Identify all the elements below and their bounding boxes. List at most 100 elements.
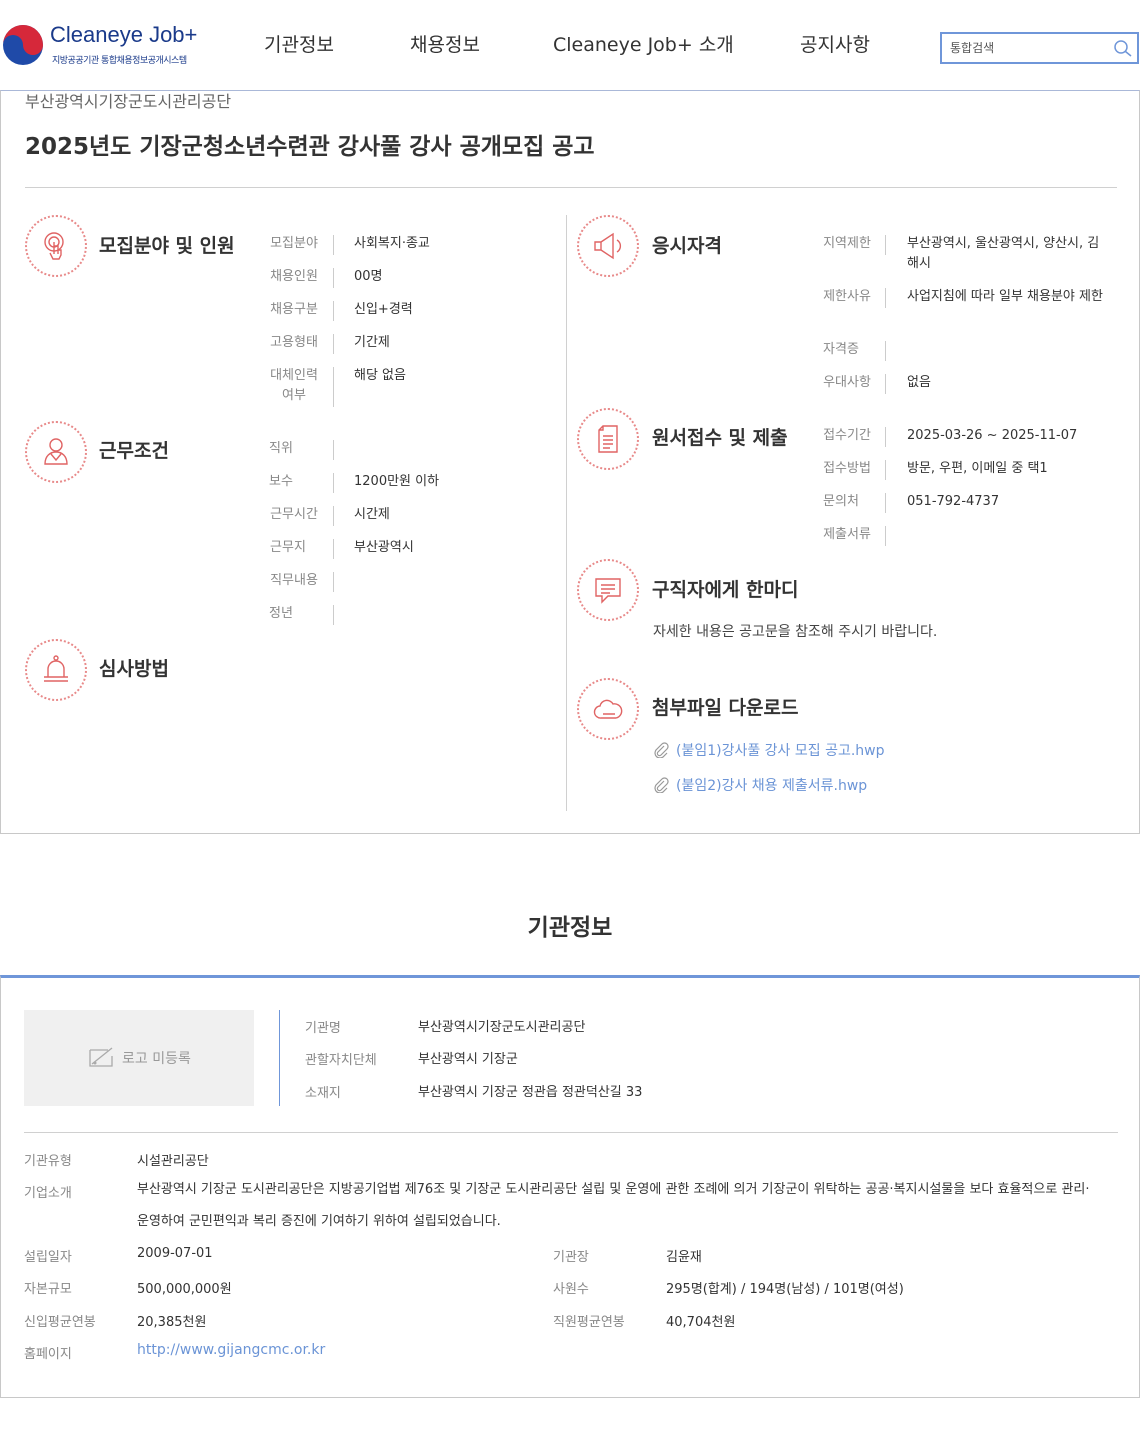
value-ceo: 김윤재 <box>666 1250 702 1265</box>
value-employment-type: 기간제 <box>354 335 390 350</box>
value-avg-salary: 40,704천원 <box>666 1315 736 1330</box>
column-divider <box>566 215 567 811</box>
label-staff: 사원수 <box>553 1282 589 1297</box>
value-capital: 500,000,000원 <box>137 1282 232 1297</box>
section-heading-qualification: 응시자격 <box>652 235 722 257</box>
label-contact: 문의처 <box>823 494 859 509</box>
label-capital: 자본규모 <box>24 1282 72 1297</box>
label-application-period: 접수기간 <box>823 428 871 443</box>
paperclip-icon <box>654 777 669 793</box>
image-missing-icon <box>89 1047 113 1067</box>
label-org-intro: 기업소개 <box>24 1186 72 1201</box>
label-address: 소재지 <box>305 1086 341 1101</box>
label-salary: 보수 <box>269 474 293 489</box>
label-work-hours: 근무시간 <box>270 507 318 522</box>
kv-separator <box>885 526 886 546</box>
homepage-link[interactable]: http://www.gijangcmc.or.kr <box>137 1342 325 1358</box>
label-region-limit: 지역제한 <box>823 236 871 251</box>
nav-org-info[interactable]: 기관정보 <box>264 30 334 57</box>
value-salary: 1200만원 이하 <box>354 474 440 489</box>
nav-job-info[interactable]: 채용정보 <box>410 30 480 57</box>
value-preference: 없음 <box>907 375 931 390</box>
value-headcount: 00명 <box>354 269 383 284</box>
value-substitute: 해당 없음 <box>354 368 406 383</box>
kv-separator <box>333 301 334 321</box>
site-header: Cleaneye Job+ 지방공공기관 통합채용정보공개시스템 기관정보 채용… <box>0 0 1140 90</box>
label-position: 직위 <box>269 441 293 456</box>
kv-separator <box>333 539 334 559</box>
kv-separator <box>333 605 334 625</box>
search-input[interactable] <box>942 34 1102 62</box>
paperclip-icon <box>654 742 669 758</box>
bell-icon <box>25 639 87 701</box>
kv-separator <box>333 235 334 255</box>
nav-notice[interactable]: 공지사항 <box>800 30 870 57</box>
kv-separator <box>333 268 334 288</box>
label-org-name: 기관명 <box>305 1021 341 1036</box>
label-avg-salary: 직원평균연봉 <box>553 1315 625 1330</box>
value-work-place: 부산광역시 <box>354 540 414 555</box>
value-region-limit: 부산광역시, 울산광역시, 양산시, 김해시 <box>907 236 1100 271</box>
value-new-salary: 20,385천원 <box>137 1315 207 1330</box>
value-address: 부산광역시 기장군 정관읍 정관덕산길 33 <box>418 1085 643 1100</box>
org-divider-vertical <box>279 1010 280 1106</box>
label-org-type: 기관유형 <box>24 1154 72 1169</box>
kv-separator <box>885 460 886 480</box>
kv-separator <box>333 367 334 407</box>
value-staff: 295명(합계) / 194명(남성) / 101명(여성) <box>666 1282 904 1297</box>
label-recruit-field: 모집분야 <box>270 236 318 251</box>
org-divider <box>24 1132 1118 1133</box>
attachment-link-2[interactable]: (붙임2)강사 채용 제출서류.hwp <box>676 775 867 795</box>
logo-subtitle: 지방공공기관 통합채용정보공개시스템 <box>52 56 187 66</box>
org-info-panel: 로고 미등록 기관명 부산광역시기장군도시관리공단 관할자치단체 부산광역시 기… <box>0 975 1140 1398</box>
job-detail-panel: 부산광역시기장군도시관리공단 2025년도 기장군청소년수련관 강사풀 강사 공… <box>0 90 1140 834</box>
label-new-salary: 신입평균연봉 <box>24 1315 96 1330</box>
megaphone-icon <box>577 215 639 277</box>
job-title: 2025년도 기장군청소년수련관 강사풀 강사 공개모집 공고 <box>25 134 595 160</box>
taegeuk-logo-icon <box>3 25 43 65</box>
kv-separator <box>885 493 886 513</box>
label-certificate: 자격증 <box>823 342 859 357</box>
value-contact: 051-792-4737 <box>907 494 1000 509</box>
section-heading-message: 구직자에게 한마디 <box>652 579 799 601</box>
value-org-intro: 부산광역시 기장군 도시관리공단은 지방공기업법 제76조 및 기장군 도시관리… <box>137 1182 1090 1229</box>
org-logo-placeholder: 로고 미등록 <box>24 1010 254 1106</box>
label-employment-type: 고용형태 <box>270 335 318 350</box>
chat-icon <box>577 559 639 621</box>
kv-separator <box>885 235 886 255</box>
section-heading-work: 근무조건 <box>99 440 169 462</box>
title-divider <box>25 187 1117 188</box>
value-org-type: 시설관리공단 <box>137 1154 209 1169</box>
kv-separator <box>333 440 334 460</box>
nav-about[interactable]: Cleaneye Job+ 소개 <box>553 30 734 57</box>
org-section-heading: 기관정보 <box>527 915 613 941</box>
kv-separator <box>885 427 886 447</box>
touch-icon <box>25 215 87 277</box>
label-work-place: 근무지 <box>270 540 306 555</box>
value-jurisdiction: 부산광역시 기장군 <box>418 1052 518 1067</box>
value-recruit-field: 사회복지·종교 <box>354 236 430 251</box>
label-retirement-age: 정년 <box>269 606 293 621</box>
value-org-name: 부산광역시기장군도시관리공단 <box>418 1020 586 1035</box>
search-icon[interactable] <box>1113 39 1133 59</box>
kv-separator <box>885 374 886 394</box>
message-text: 자세한 내용은 공고문을 참조해 주시기 바랍니다. <box>653 624 938 640</box>
document-icon <box>577 408 639 470</box>
site-logo[interactable]: Cleaneye Job+ 지방공공기관 통합채용정보공개시스템 <box>2 22 212 68</box>
value-founded: 2009-07-01 <box>137 1246 213 1261</box>
section-heading-review: 심사방법 <box>99 658 169 680</box>
value-hire-type: 신입+경력 <box>354 302 413 317</box>
label-headcount: 채용인원 <box>270 269 318 284</box>
label-duties: 직무내용 <box>270 573 318 588</box>
label-documents: 제출서류 <box>823 527 871 542</box>
label-ceo: 기관장 <box>553 1250 589 1265</box>
kv-separator <box>885 288 886 308</box>
label-preference: 우대사항 <box>823 375 871 390</box>
label-application-method: 접수방법 <box>823 461 871 476</box>
section-heading-application: 원서접수 및 제출 <box>652 427 788 449</box>
kv-separator <box>885 341 886 361</box>
label-limit-reason: 제한사유 <box>823 289 871 304</box>
attachment-link-1[interactable]: (붙임1)강사풀 강사 모집 공고.hwp <box>676 740 885 760</box>
label-founded: 설립일자 <box>24 1250 72 1265</box>
value-work-hours: 시간제 <box>354 507 390 522</box>
